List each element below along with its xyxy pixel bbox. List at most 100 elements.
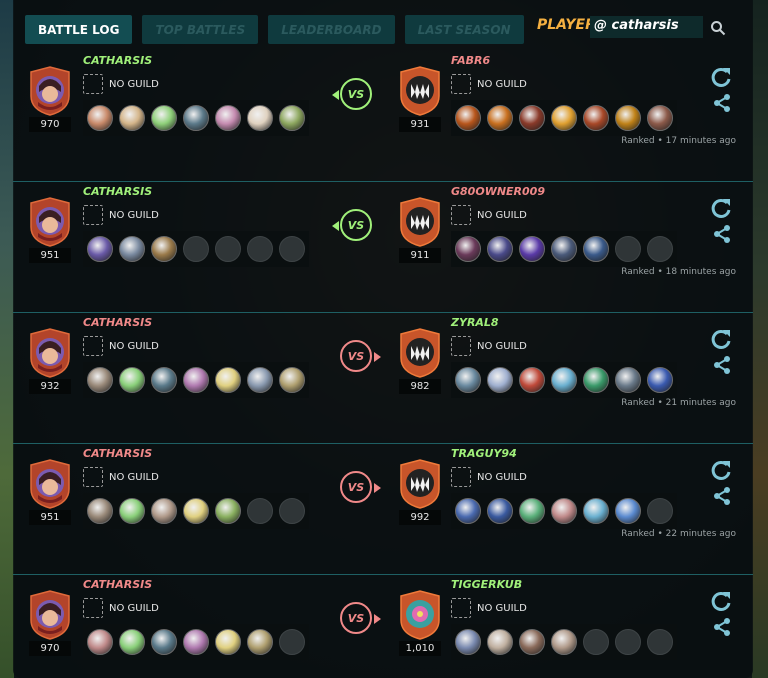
- monster-card[interactable]: [87, 498, 113, 524]
- player-team: [83, 100, 309, 136]
- empty-card-slot: [583, 629, 609, 655]
- opponent-rating: 931: [399, 117, 441, 132]
- monster-card[interactable]: [487, 367, 513, 393]
- monster-card[interactable]: [215, 629, 241, 655]
- monster-card[interactable]: [183, 367, 209, 393]
- tab-last-season[interactable]: LAST SEASON: [404, 15, 524, 44]
- player-avatar[interactable]: [27, 590, 73, 640]
- monster-card[interactable]: [279, 367, 305, 393]
- monster-card[interactable]: [583, 236, 609, 262]
- player-avatar[interactable]: [27, 459, 73, 509]
- opponent-name[interactable]: ZYRAL8: [451, 316, 499, 329]
- monster-card[interactable]: [151, 105, 177, 131]
- background-left-edge: [0, 0, 14, 678]
- monster-card[interactable]: [519, 498, 545, 524]
- share-icon[interactable]: [712, 355, 732, 375]
- monster-card[interactable]: [583, 105, 609, 131]
- player-name[interactable]: CATHARSIS: [83, 54, 152, 67]
- monster-card[interactable]: [119, 105, 145, 131]
- player-avatar[interactable]: [27, 328, 73, 378]
- monster-card[interactable]: [455, 236, 481, 262]
- monster-card[interactable]: [183, 629, 209, 655]
- monster-card[interactable]: [119, 498, 145, 524]
- monster-card[interactable]: [615, 105, 641, 131]
- replay-icon[interactable]: [710, 459, 732, 481]
- opponent-name[interactable]: TIGGERKUB: [451, 578, 522, 591]
- monster-card[interactable]: [215, 498, 241, 524]
- monster-card[interactable]: [615, 367, 641, 393]
- monster-card[interactable]: [551, 236, 577, 262]
- tab-top-battles[interactable]: TOP BATTLES: [142, 15, 259, 44]
- monster-card[interactable]: [119, 367, 145, 393]
- share-icon[interactable]: [712, 486, 732, 506]
- tab-leaderboard[interactable]: LEADERBOARD: [268, 15, 395, 44]
- tab-battle-log[interactable]: BATTLE LOG: [25, 15, 133, 44]
- monster-card[interactable]: [615, 498, 641, 524]
- monster-card[interactable]: [119, 629, 145, 655]
- monster-card[interactable]: [551, 105, 577, 131]
- share-icon[interactable]: [712, 617, 732, 637]
- monster-card[interactable]: [151, 367, 177, 393]
- monster-card[interactable]: [455, 367, 481, 393]
- monster-card[interactable]: [151, 498, 177, 524]
- monster-card[interactable]: [487, 236, 513, 262]
- replay-icon[interactable]: [710, 197, 732, 219]
- monster-card[interactable]: [247, 629, 273, 655]
- monster-card[interactable]: [519, 236, 545, 262]
- replay-icon[interactable]: [710, 328, 732, 350]
- share-icon[interactable]: [712, 224, 732, 244]
- opponent-avatar[interactable]: [397, 328, 443, 378]
- opponent-avatar[interactable]: [397, 66, 443, 116]
- opponent-avatar[interactable]: [397, 590, 443, 640]
- monster-card[interactable]: [183, 105, 209, 131]
- player-name[interactable]: CATHARSIS: [83, 185, 152, 198]
- player-avatar[interactable]: [27, 197, 73, 247]
- monster-card[interactable]: [247, 105, 273, 131]
- monster-card[interactable]: [151, 629, 177, 655]
- player-avatar[interactable]: [27, 66, 73, 116]
- opponent-name[interactable]: TRAGUY94: [451, 447, 517, 460]
- monster-card[interactable]: [455, 629, 481, 655]
- monster-card[interactable]: [487, 629, 513, 655]
- monster-card[interactable]: [647, 367, 673, 393]
- replay-icon[interactable]: [710, 66, 732, 88]
- opponent-name[interactable]: G80OWNER009: [451, 185, 545, 198]
- player-name[interactable]: CATHARSIS: [83, 578, 152, 591]
- monster-card[interactable]: [487, 105, 513, 131]
- monster-card[interactable]: [151, 236, 177, 262]
- share-icon[interactable]: [712, 93, 732, 113]
- battle-row: 932 CATHARSIS NO GUILD 982 ZYRAL8 NO GUILD VS R…: [13, 314, 753, 444]
- monster-card[interactable]: [215, 105, 241, 131]
- monster-card[interactable]: [87, 367, 113, 393]
- opponent-name[interactable]: FABR6: [451, 54, 490, 67]
- monster-card[interactable]: [119, 236, 145, 262]
- monster-card[interactable]: [551, 498, 577, 524]
- monster-card[interactable]: [551, 367, 577, 393]
- monster-card[interactable]: [583, 498, 609, 524]
- monster-card[interactable]: [87, 236, 113, 262]
- monster-card[interactable]: [247, 367, 273, 393]
- monster-card[interactable]: [583, 367, 609, 393]
- monster-card[interactable]: [487, 498, 513, 524]
- opponent-avatar[interactable]: [397, 459, 443, 509]
- monster-card[interactable]: [87, 105, 113, 131]
- monster-card[interactable]: [519, 367, 545, 393]
- player-rating: 970: [29, 641, 71, 656]
- player-name[interactable]: CATHARSIS: [83, 316, 152, 329]
- monster-card[interactable]: [87, 629, 113, 655]
- monster-card[interactable]: [519, 105, 545, 131]
- monster-card[interactable]: [551, 629, 577, 655]
- search-icon[interactable]: [710, 20, 726, 36]
- player-name[interactable]: CATHARSIS: [83, 447, 152, 460]
- battle-row: 951 CATHARSIS NO GUILD 992 TRAGUY94 NO GUILD V…: [13, 445, 753, 575]
- monster-card[interactable]: [519, 629, 545, 655]
- player-search-input[interactable]: @ catharsis: [590, 16, 703, 38]
- monster-card[interactable]: [647, 105, 673, 131]
- monster-card[interactable]: [279, 105, 305, 131]
- monster-card[interactable]: [215, 367, 241, 393]
- monster-card[interactable]: [455, 105, 481, 131]
- monster-card[interactable]: [183, 498, 209, 524]
- opponent-avatar[interactable]: [397, 197, 443, 247]
- replay-icon[interactable]: [710, 590, 732, 612]
- monster-card[interactable]: [455, 498, 481, 524]
